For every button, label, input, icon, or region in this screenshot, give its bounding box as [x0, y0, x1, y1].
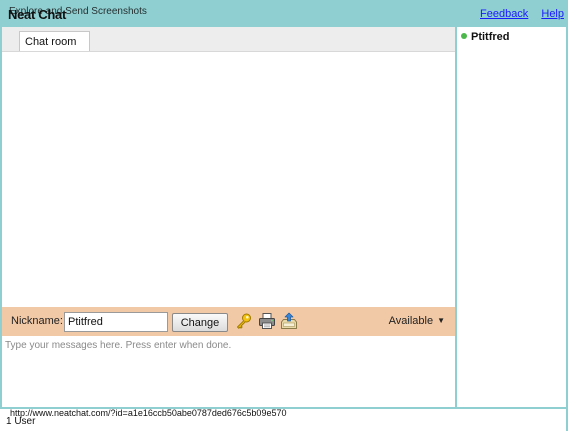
- nickname-input[interactable]: [64, 312, 168, 332]
- user-list-panel: Ptitfred: [457, 27, 566, 408]
- status-label: Available: [388, 315, 434, 327]
- message-area[interactable]: [2, 52, 455, 306]
- tab-strip: Chat room: [2, 27, 455, 51]
- feedback-link[interactable]: Feedback: [480, 8, 528, 20]
- key-icon[interactable]: [235, 312, 253, 330]
- print-icon[interactable]: [258, 312, 276, 330]
- user-list-item[interactable]: Ptitfred: [461, 31, 510, 43]
- header-subtitle: Explore and Send Screenshots: [9, 6, 147, 17]
- user-name: Ptitfred: [471, 31, 510, 43]
- footer-bar: http://www.neatchat.com/?id=a1e16ccb50ab…: [0, 408, 566, 431]
- neatchat-app: Neat Chat Explore and Send Screenshots F…: [0, 0, 568, 431]
- tab-chat-room[interactable]: Chat room: [19, 31, 90, 51]
- header-bar: Neat Chat Explore and Send Screenshots F…: [0, 0, 568, 27]
- change-nickname-button[interactable]: Change: [172, 313, 228, 332]
- message-input[interactable]: [2, 336, 455, 407]
- header-links: Feedback Help: [470, 8, 564, 20]
- chat-panel: Chat room Nickname: Change: [2, 27, 455, 407]
- help-link[interactable]: Help: [541, 8, 564, 20]
- user-count: 1 User: [6, 416, 36, 427]
- room-url: http://www.neatchat.com/?id=a1e16ccb50ab…: [10, 408, 287, 418]
- chat-toolbar: Nickname: Change: [2, 307, 455, 336]
- export-icon[interactable]: [280, 312, 298, 330]
- status-dropdown[interactable]: Available ▼: [389, 315, 445, 327]
- nickname-label: Nickname:: [11, 315, 63, 327]
- online-status-icon: [461, 33, 467, 39]
- chevron-down-icon: ▼: [437, 316, 445, 325]
